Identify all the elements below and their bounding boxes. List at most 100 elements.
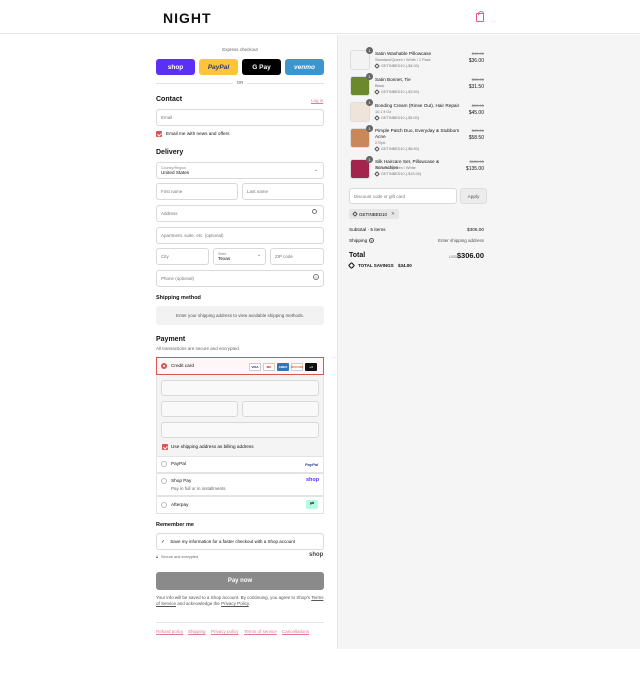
shop-logo: shop	[309, 552, 324, 558]
secure-label: Secure and encrypted	[161, 555, 199, 559]
billing-same-checkbox[interactable]	[162, 444, 168, 450]
product-variant: Standard/Queen / White	[375, 166, 416, 170]
billing-same-label: Use shipping address as billing address	[171, 444, 254, 449]
tag-icon	[374, 146, 380, 152]
save-info-option[interactable]: ✓ Save my information for a faster check…	[156, 533, 324, 550]
express-checkout-label: Express checkout	[222, 47, 258, 52]
apply-button[interactable]: Apply	[460, 188, 487, 204]
search-icon	[312, 209, 317, 214]
venmo-button[interactable]: venmo	[285, 59, 324, 75]
shipping-method-title: Shipping method	[156, 295, 201, 301]
tag-icon	[374, 89, 380, 95]
delivery-title: Delivery	[156, 149, 184, 156]
zip-field[interactable]: ZIP code	[270, 248, 324, 265]
login-link[interactable]: Log in	[311, 98, 323, 103]
privacy-link[interactable]: Privacy Policy	[221, 601, 249, 606]
chevron-down-icon: ⌄	[257, 252, 262, 258]
tag-icon	[374, 115, 380, 121]
tag-icon	[374, 171, 380, 177]
address-field[interactable]: Address	[156, 205, 324, 222]
credit-card-label: Credit card	[171, 363, 194, 368]
footer-link-terms[interactable]: Terms of service	[244, 629, 277, 634]
tag-icon	[374, 63, 380, 69]
payment-subtitle: All transactions are secure and encrypte…	[156, 346, 241, 351]
footer-link-privacy[interactable]: Privacy policy	[211, 629, 239, 634]
product-name: Pimple Patch Duo, Everyday & Stubborn Ac…	[375, 128, 460, 139]
payment-title: Payment	[156, 336, 186, 343]
news-checkbox[interactable]	[156, 131, 162, 137]
pay-now-button[interactable]: Pay now	[156, 572, 324, 590]
card-number-field[interactable]	[161, 380, 319, 396]
lock-icon: 🔒︎	[156, 555, 159, 559]
product-price: $45.00	[468, 110, 484, 116]
first-name-field[interactable]: First name	[156, 183, 238, 200]
google-pay-button[interactable]: G Pay	[242, 59, 281, 75]
country-select[interactable]: Country/Region United States	[156, 162, 324, 179]
product-discount: GETINBED10 (-$4.00)	[374, 63, 419, 69]
shop-pay-label: Shop Pay	[171, 478, 192, 483]
product-name: Bonding Cream (Rinse Out), Hair Repair	[375, 103, 460, 108]
credit-card-radio[interactable]	[161, 363, 167, 369]
apartment-field[interactable]: Apartment, suite, etc. (optional)	[156, 227, 324, 244]
footer-link-cancellations[interactable]: Cancellations	[282, 629, 309, 634]
product-variant: Standard/Queen / White / 1 Pack	[375, 58, 431, 62]
footer-link-shipping[interactable]: Shipping	[188, 629, 206, 634]
applied-discount-chip: GETINBED10 ✕	[349, 209, 399, 219]
paypal-logo: PayPal	[305, 462, 319, 467]
shipping-method-message: Enter your shipping address to view avai…	[156, 306, 324, 325]
legal-text: Your info will be saved to a Shop accoun…	[156, 595, 324, 606]
paypal-button[interactable]: PayPal	[199, 59, 238, 75]
header: NIGHT	[0, 0, 640, 34]
product-variant: 270pk	[375, 141, 386, 145]
product-variant: 10.1 fl Oz	[375, 110, 392, 114]
discount-code-field[interactable]: Discount code or gift card	[349, 188, 457, 204]
shipping-label: Shipping	[349, 238, 368, 243]
last-name-field[interactable]: Last name	[242, 183, 324, 200]
or-separator: OR	[233, 80, 247, 85]
savings-value: $34.00	[398, 263, 412, 268]
contact-title: Contact	[156, 96, 183, 103]
product-price: $36.00	[468, 58, 484, 64]
footer-link-refund[interactable]: Refund policy	[156, 629, 183, 634]
brand-logo[interactable]: NIGHT	[163, 10, 212, 26]
info-icon[interactable]: ?	[369, 238, 374, 243]
product-discount: GETINBED10 (-$3.50)	[374, 89, 419, 95]
shop-logo: shop	[306, 477, 320, 483]
more-cards-badge: +4	[305, 363, 317, 371]
shop-pay-radio[interactable]	[161, 478, 167, 484]
shopping-bag-icon[interactable]	[476, 11, 484, 22]
compare-price: $50.00	[471, 103, 484, 108]
savings-label: TOTAL SAVINGS	[358, 263, 394, 268]
card-expiry-field[interactable]	[161, 401, 238, 417]
quantity-badge: 1	[366, 47, 373, 54]
phone-field[interactable]: Phone (optional)	[156, 270, 324, 287]
shop-pay-option[interactable]	[156, 473, 324, 496]
product-discount: GETINBED10 (-$15.00)	[374, 171, 421, 177]
paypal-label: PayPal	[171, 461, 186, 466]
card-name-field[interactable]	[161, 422, 319, 438]
compare-price: $40.00	[471, 51, 484, 56]
card-cvc-field[interactable]	[242, 401, 319, 417]
check-icon: ✓	[161, 538, 166, 545]
shop-pay-button[interactable]: shop	[156, 59, 195, 75]
remove-icon[interactable]: ✕	[391, 211, 395, 217]
remember-me-title: Remember me	[156, 522, 194, 528]
paypal-radio[interactable]	[161, 461, 167, 467]
help-icon[interactable]: ?	[313, 274, 319, 280]
quantity-badge: 1	[366, 73, 373, 80]
shop-pay-subtitle: Pay in full or in installments	[171, 486, 226, 491]
compare-price: $150.00	[469, 159, 484, 164]
product-discount: GETINBED10 (-$6.50)	[374, 146, 419, 152]
compare-price: $35.00	[471, 77, 484, 82]
afterpay-icon: ⇄	[306, 500, 318, 509]
product-name: Satin Bonnet, Tie	[375, 77, 411, 82]
quantity-badge: 1	[366, 125, 373, 132]
visa-icon: VISA	[249, 363, 261, 371]
afterpay-radio[interactable]	[161, 502, 167, 508]
city-field[interactable]: City	[156, 248, 209, 265]
footer-divider	[156, 622, 324, 623]
product-discount: GETINBED10 (-$5.00)	[374, 115, 419, 121]
email-field[interactable]: Email	[156, 109, 324, 126]
subtotal-value: $306.00	[467, 227, 484, 232]
product-price: $31.50	[468, 84, 484, 90]
